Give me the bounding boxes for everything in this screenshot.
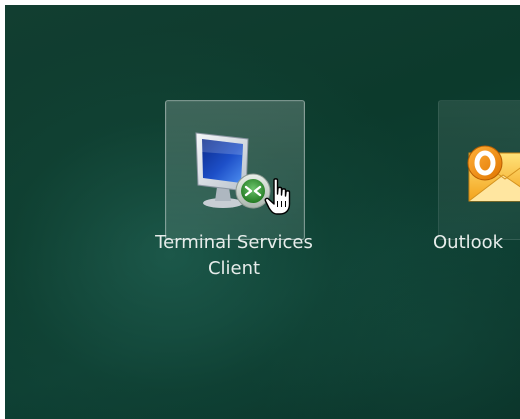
app-label-terminal-services-client: Terminal Services Client — [125, 230, 343, 282]
app-label-line-1: Terminal Services — [155, 232, 313, 253]
screen: Terminal Services Client Outlook — [0, 0, 520, 419]
app-tile-terminal-services-client[interactable] — [165, 100, 305, 240]
app-label-outlook: Outlook — [433, 232, 504, 253]
outlook-icon — [467, 145, 520, 202]
start-screen: Terminal Services Client Outlook — [5, 5, 520, 419]
app-tile-outlook[interactable] — [438, 100, 520, 240]
app-label-line-2: Client — [207, 258, 261, 279]
hand-pointer-icon — [264, 178, 291, 215]
